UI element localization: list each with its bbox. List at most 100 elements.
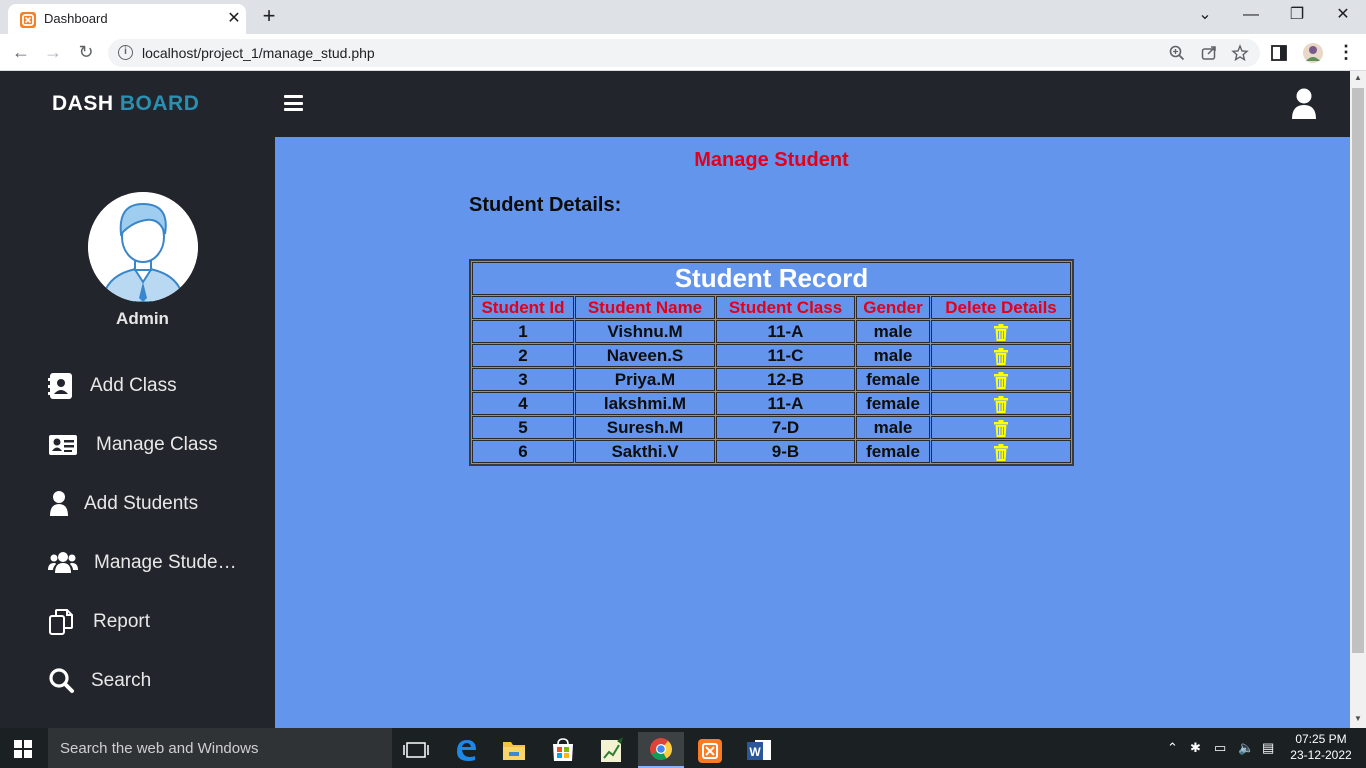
sidebar: Admin Add Class Manage Class Add Student…	[0, 137, 275, 728]
sidebar-item-search[interactable]: Search	[48, 665, 258, 699]
gender-cell: male	[856, 416, 930, 439]
student-name-cell: Sakthi.V	[575, 440, 715, 463]
table-caption: Student Record	[472, 262, 1071, 295]
tab-close-icon[interactable]: ✕	[224, 8, 244, 28]
side-panel-icon[interactable]	[1268, 42, 1290, 64]
tab-search-chevron-icon[interactable]: ⌄	[1182, 4, 1228, 26]
gender-cell: female	[856, 440, 930, 463]
scroll-down-arrow-icon[interactable]: ▼	[1350, 712, 1366, 726]
gender-cell: female	[856, 392, 930, 415]
word-icon[interactable]: W	[736, 732, 782, 768]
student-class-cell: 11-A	[716, 392, 855, 415]
table-row: 1 Vishnu.M 11-A male	[472, 320, 1071, 343]
student-id-cell: 2	[472, 344, 574, 367]
store-icon[interactable]	[540, 732, 586, 768]
profile-avatar-icon[interactable]	[1302, 42, 1324, 64]
tray-expand-chevron-icon[interactable]: ⌃	[1167, 740, 1178, 756]
browser-menu-icon[interactable]: ⋮	[1333, 40, 1359, 66]
delete-cell	[931, 368, 1071, 391]
main-content: Manage Student Student Details: Student …	[275, 137, 1350, 728]
column-header: Gender	[856, 296, 930, 319]
column-header: Student Name	[575, 296, 715, 319]
copy-icon	[49, 609, 73, 635]
student-name-cell: Suresh.M	[575, 416, 715, 439]
url-text[interactable]: localhost/project_1/manage_stud.php	[142, 45, 375, 61]
tab-title: Dashboard	[44, 11, 108, 26]
sidebar-item-label: Manage Students	[94, 552, 242, 573]
brand-logo[interactable]: DASH BOARD	[52, 92, 199, 116]
battery-icon[interactable]: ▭	[1214, 740, 1226, 756]
trash-icon[interactable]	[994, 347, 1008, 365]
trash-icon[interactable]	[994, 371, 1008, 389]
sidebar-item-add-students[interactable]: Add Students	[48, 488, 258, 522]
windows-start-icon[interactable]	[14, 740, 32, 758]
user-account-icon[interactable]	[1290, 88, 1318, 120]
student-name-cell: Vishnu.M	[575, 320, 715, 343]
sidebar-item-label: Add Students	[84, 493, 199, 514]
site-info-icon[interactable]: i	[118, 45, 133, 60]
page-scrollbar[interactable]: ▲ ▼	[1350, 71, 1366, 728]
zoom-icon[interactable]	[1168, 44, 1186, 62]
chart-app-icon[interactable]	[589, 732, 635, 768]
new-tab-button[interactable]: +	[258, 4, 280, 28]
trash-icon[interactable]	[994, 443, 1008, 461]
gender-cell: male	[856, 320, 930, 343]
search-icon	[49, 668, 74, 693]
admin-avatar	[88, 192, 198, 302]
browser-tab[interactable]: Dashboard ✕	[8, 4, 246, 34]
address-book-icon	[48, 373, 72, 399]
browser-tab-bar: Dashboard ✕ + ⌄ — ❐ ✕	[0, 0, 1366, 34]
trash-icon[interactable]	[994, 395, 1008, 413]
browser-toolbar: ← → ↻ i localhost/project_1/manage_stud.…	[0, 34, 1366, 71]
scroll-thumb[interactable]	[1352, 88, 1364, 653]
hamburger-menu-icon[interactable]	[284, 95, 303, 111]
chrome-icon	[650, 738, 672, 760]
trash-icon[interactable]	[994, 419, 1008, 437]
reload-button[interactable]: ↻	[73, 40, 99, 66]
back-button[interactable]: ←	[8, 40, 34, 66]
section-heading: Student Details:	[469, 194, 622, 216]
edge-browser-icon[interactable]	[443, 732, 489, 768]
windows-taskbar: Search the web and Windows W ⌃ ✱ ▭ 🔈 ▤ 0…	[0, 728, 1366, 768]
sidebar-item-manage-class[interactable]: Manage Class	[48, 429, 258, 463]
volume-icon[interactable]: 🔈	[1238, 740, 1254, 756]
notifications-icon[interactable]: ▤	[1262, 740, 1274, 756]
sidebar-item-add-class[interactable]: Add Class	[48, 370, 258, 404]
table-row: 3 Priya.M 12-B female	[472, 368, 1071, 391]
student-id-cell: 1	[472, 320, 574, 343]
student-class-cell: 7-D	[716, 416, 855, 439]
table-row: 5 Suresh.M 7-D male	[472, 416, 1071, 439]
sidebar-item-label: Search	[91, 670, 152, 691]
file-explorer-icon[interactable]	[491, 732, 537, 768]
sidebar-item-manage-students[interactable]: Manage Students	[48, 547, 258, 581]
taskbar-clock[interactable]: 07:25 PM 23-12-2022	[1286, 731, 1356, 763]
xampp-icon[interactable]	[687, 732, 733, 768]
admin-label: Admin	[116, 309, 169, 328]
student-class-cell: 9-B	[716, 440, 855, 463]
xampp-favicon-icon	[20, 12, 36, 28]
sidebar-item-label: Report	[93, 611, 151, 632]
student-name-cell: lakshmi.M	[575, 392, 715, 415]
student-class-cell: 11-A	[716, 320, 855, 343]
forward-button[interactable]: →	[40, 40, 66, 66]
share-icon[interactable]	[1200, 44, 1218, 62]
task-view-icon[interactable]	[393, 732, 439, 768]
minimize-button[interactable]: —	[1228, 4, 1274, 26]
column-header: Student Id	[472, 296, 574, 319]
address-bar[interactable]: i localhost/project_1/manage_stud.php	[108, 39, 1260, 67]
column-header: Student Class	[716, 296, 855, 319]
scroll-up-arrow-icon[interactable]: ▲	[1350, 71, 1366, 85]
taskbar-search-box[interactable]: Search the web and Windows	[48, 728, 392, 768]
chrome-taskbar-button[interactable]	[638, 732, 684, 768]
sidebar-item-report[interactable]: Report	[48, 606, 258, 640]
bookmark-star-icon[interactable]	[1231, 44, 1249, 62]
student-id-cell: 3	[472, 368, 574, 391]
svg-text:W: W	[749, 745, 761, 759]
trash-icon[interactable]	[994, 323, 1008, 341]
network-icon[interactable]: ✱	[1190, 740, 1201, 756]
gender-cell: male	[856, 344, 930, 367]
restore-button[interactable]: ❐	[1274, 4, 1320, 26]
table-row: 6 Sakthi.V 9-B female	[472, 440, 1071, 463]
student-class-cell: 12-B	[716, 368, 855, 391]
close-window-button[interactable]: ✕	[1320, 4, 1366, 26]
